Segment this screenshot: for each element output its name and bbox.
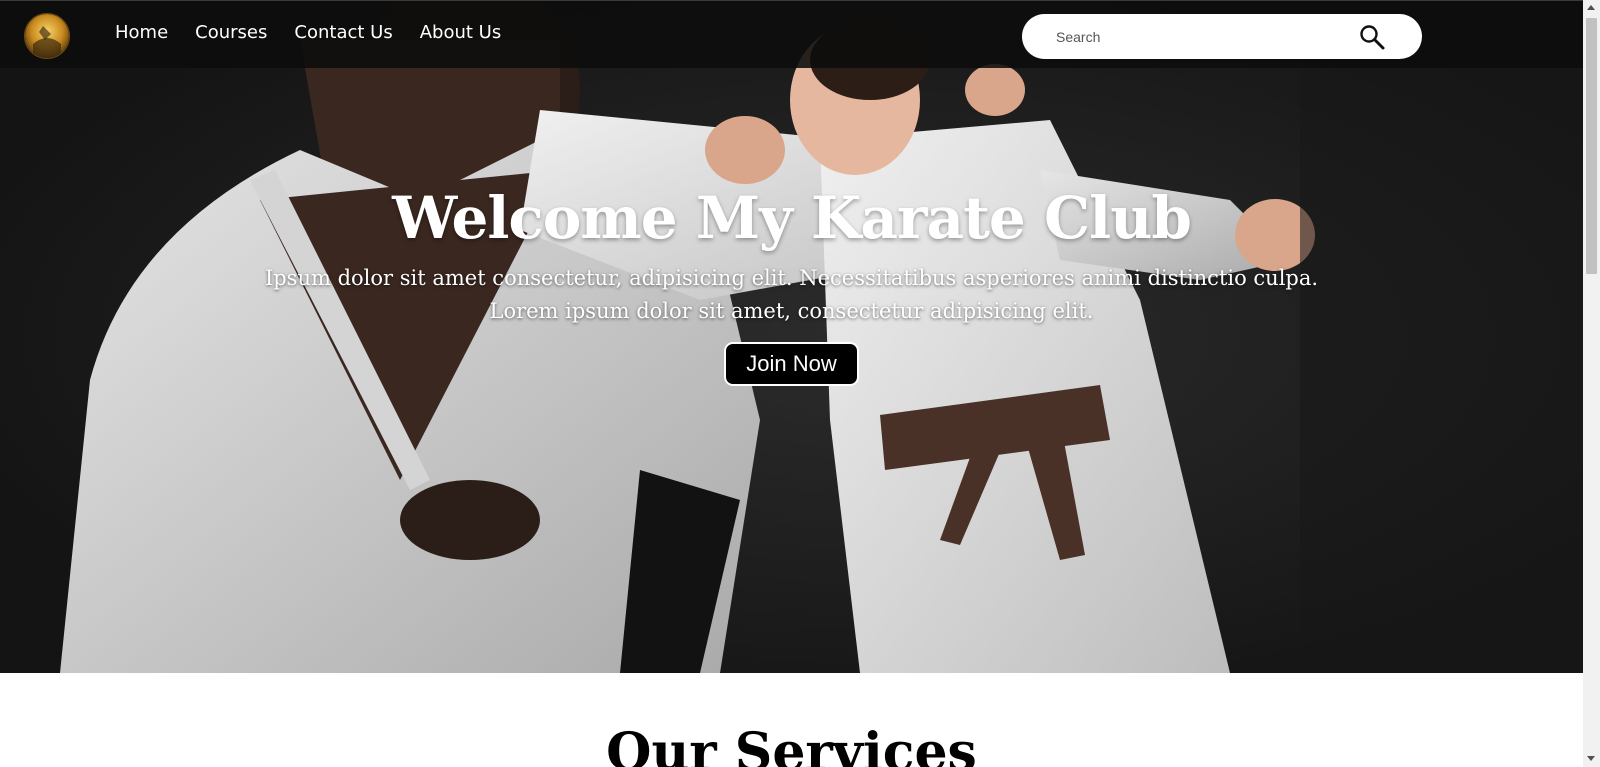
search-icon[interactable] [1358,23,1386,51]
hero-subtitle-line1: Ipsum dolor sit amet consectetur, adipis… [264,266,1319,290]
hero-subtitle: Ipsum dolor sit amet consectetur, adipis… [242,262,1342,328]
join-now-button[interactable]: Join Now [724,342,859,386]
scrollbar-thumb[interactable] [1586,18,1597,274]
scroll-down-arrow-icon[interactable] [1587,756,1595,761]
scroll-up-arrow-icon[interactable] [1587,5,1595,10]
page-viewport: Welcome My Karate Club Ipsum dolor sit a… [0,0,1583,767]
nav-link-home[interactable]: Home [115,20,168,46]
hero-subtitle-line2: Lorem ipsum dolor sit amet, consectetur … [489,299,1094,323]
hero-section: Welcome My Karate Club Ipsum dolor sit a… [0,0,1583,673]
hero-title: Welcome My Karate Club [392,184,1192,252]
top-navbar: Home Courses Contact Us About Us [0,0,1583,68]
page-scrollbar[interactable] [1583,0,1600,767]
nav-links: Home Courses Contact Us About Us [115,20,528,46]
nav-link-about-us[interactable]: About Us [420,20,502,46]
club-logo-icon[interactable] [24,13,70,59]
hero-content: Welcome My Karate Club Ipsum dolor sit a… [0,180,1583,386]
nav-link-contact-us[interactable]: Contact Us [294,20,392,46]
search-input[interactable] [1054,26,1378,48]
services-heading: Our Services [606,722,977,767]
search-box [1022,14,1422,59]
nav-link-courses[interactable]: Courses [195,20,267,46]
